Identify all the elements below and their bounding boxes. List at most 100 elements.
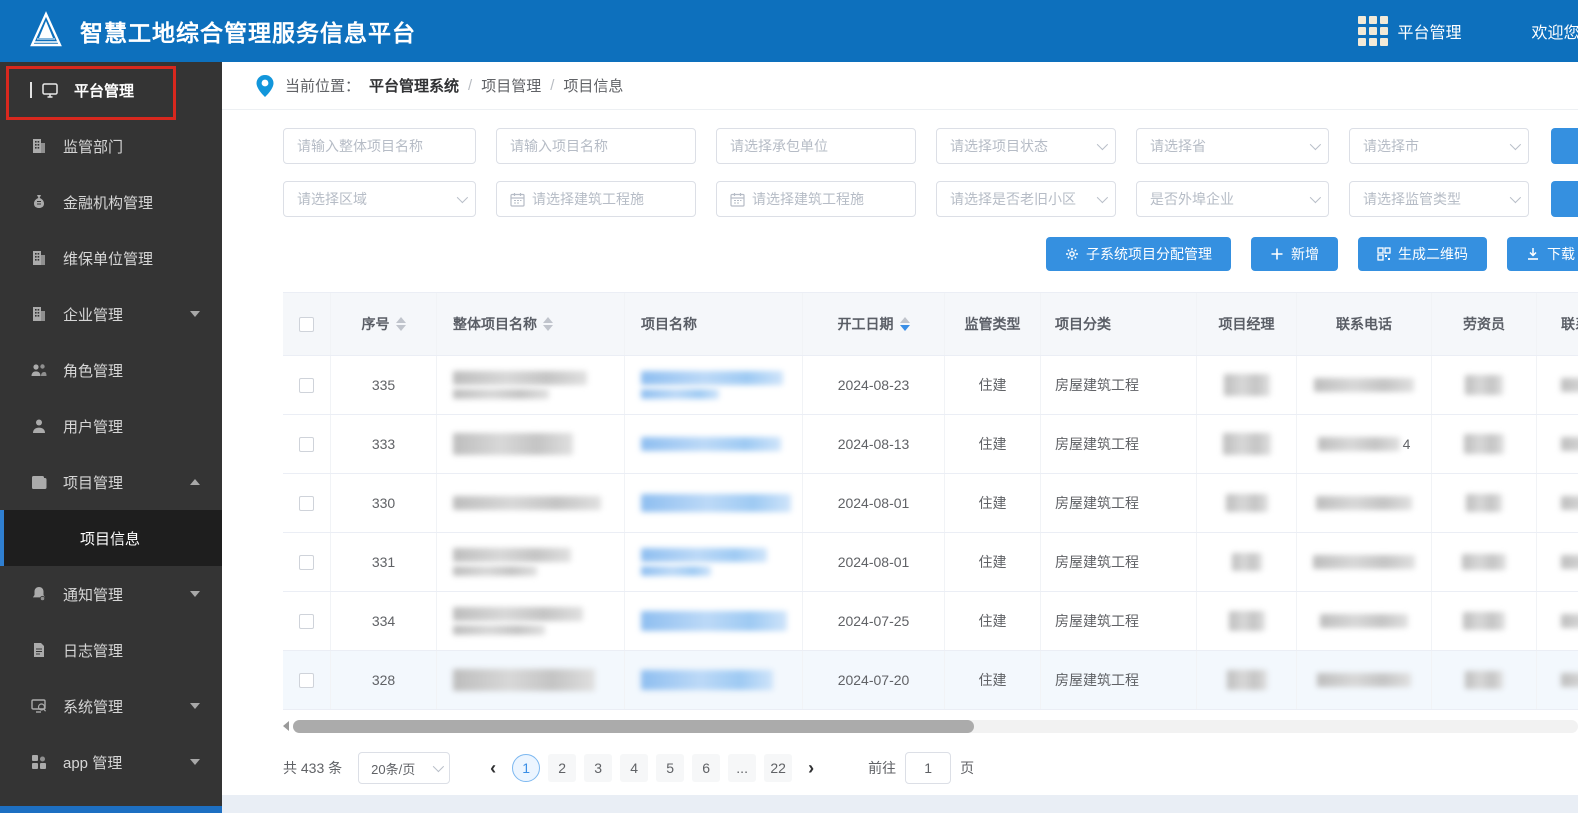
- sidebar-item-label: 日志管理: [63, 642, 124, 660]
- scrollbar-track[interactable]: [293, 719, 1578, 733]
- page-button[interactable]: 5: [656, 754, 685, 782]
- sidebar-item-label: 企业管理: [63, 306, 124, 324]
- cell-start-date: 2024-07-20: [803, 651, 945, 709]
- sidebar-item-enterprise-management[interactable]: 企业管理: [0, 286, 222, 342]
- sidebar-subitem-project-info[interactable]: 项目信息: [0, 510, 222, 566]
- sidebar-item-role-management[interactable]: 角色管理: [0, 342, 222, 398]
- cell-phone2-redacted: [1537, 356, 1578, 414]
- row-checkbox[interactable]: [299, 436, 314, 452]
- generate-qrcode-button[interactable]: 生成二维码: [1358, 237, 1487, 271]
- cell-supervise-type: 住建: [945, 415, 1041, 473]
- sidebar-item-app-management[interactable]: app 管理: [0, 734, 222, 790]
- breadcrumb-project-management[interactable]: 项目管理: [481, 75, 541, 96]
- sidebar-item-notification-management[interactable]: 通知管理: [0, 566, 222, 622]
- chevron-down-icon: [190, 759, 200, 765]
- cell-labor-redacted: [1432, 651, 1537, 709]
- cell-manager-redacted: [1197, 356, 1297, 414]
- header-platform-nav[interactable]: 平台管理: [1398, 19, 1462, 43]
- prev-page-button[interactable]: ‹: [478, 758, 508, 779]
- cell-project-name-link-redacted[interactable]: [625, 415, 803, 473]
- project-status-select[interactable]: 请选择项目状态: [936, 128, 1116, 164]
- col-overall-name[interactable]: 整体项目名称: [437, 293, 625, 355]
- sidebar-item-financial-institutions[interactable]: 金融机构管理: [0, 174, 222, 230]
- goto-page-input[interactable]: [905, 752, 952, 784]
- sidebar-item-log-management[interactable]: 日志管理: [0, 622, 222, 678]
- old-community-select[interactable]: 请选择是否老旧小区: [936, 181, 1116, 217]
- breadcrumb: 当前位置： 平台管理系统 / 项目管理 / 项目信息: [222, 62, 1578, 110]
- cell-seq: 335: [331, 356, 437, 414]
- construction-start-date-picker[interactable]: 请选择建筑工程施: [496, 181, 696, 217]
- search-button-partial[interactable]: [1551, 128, 1578, 164]
- cell-project-name-link-redacted[interactable]: [625, 651, 803, 709]
- table-horizontal-scrollbar[interactable]: [283, 719, 1578, 733]
- next-page-button[interactable]: ›: [796, 758, 826, 779]
- sort-icon[interactable]: [395, 317, 406, 331]
- col-seq[interactable]: 序号: [331, 293, 437, 355]
- cell-project-name-link-redacted[interactable]: [625, 356, 803, 414]
- add-button[interactable]: 新增: [1251, 237, 1338, 271]
- contractor-select[interactable]: 请选择承包单位: [716, 128, 916, 164]
- download-icon: [1528, 248, 1538, 260]
- users-icon: [31, 364, 47, 376]
- cell-phone-redacted: [1297, 651, 1432, 709]
- cell-overall-name-redacted: [437, 533, 625, 591]
- sidebar-subitem-label: 项目信息: [80, 530, 141, 548]
- region-select[interactable]: 请选择区域: [283, 181, 476, 217]
- overall-project-name-input[interactable]: [283, 128, 476, 164]
- cell-start-date: 2024-08-01: [803, 533, 945, 591]
- sort-icon-active-desc[interactable]: [899, 317, 910, 331]
- cell-start-date: 2024-07-25: [803, 592, 945, 650]
- page-button[interactable]: 2: [548, 754, 577, 782]
- cell-project-name-link-redacted[interactable]: [625, 474, 803, 532]
- main-content: 当前位置： 平台管理系统 / 项目管理 / 项目信息 请输入整体项目名称 请输入…: [222, 62, 1578, 813]
- sort-icon[interactable]: [543, 317, 553, 331]
- construction-end-date-picker[interactable]: 请选择建筑工程施: [716, 181, 916, 217]
- page-button[interactable]: 4: [620, 754, 649, 782]
- subsystem-assign-button[interactable]: 子系统项目分配管理: [1046, 237, 1231, 271]
- sidebar-item-user-management[interactable]: 用户管理: [0, 398, 222, 454]
- cell-project-name-link-redacted[interactable]: [625, 533, 803, 591]
- scroll-left-arrow-icon[interactable]: [283, 721, 289, 731]
- cell-supervise-type: 住建: [945, 592, 1041, 650]
- sidebar-item-maintenance-units[interactable]: 维保单位管理: [0, 230, 222, 286]
- page-size-select[interactable]: 20条/页: [358, 752, 451, 784]
- row-checkbox[interactable]: [299, 495, 314, 511]
- row-checkbox[interactable]: [299, 377, 314, 393]
- apps-grid-icon[interactable]: [1357, 16, 1388, 46]
- goto-label: 前往: [868, 760, 897, 776]
- page-button[interactable]: 3: [584, 754, 613, 782]
- sidebar-item-project-management[interactable]: 项目管理: [0, 454, 222, 510]
- page-button[interactable]: 6: [692, 754, 721, 782]
- sidebar-item-supervision-dept[interactable]: 监管部门: [0, 118, 222, 174]
- monitor-icon: [42, 83, 58, 98]
- scrollbar-thumb[interactable]: [293, 719, 975, 733]
- breadcrumb-project-info[interactable]: 项目信息: [563, 75, 623, 96]
- cell-project-name-link-redacted[interactable]: [625, 592, 803, 650]
- select-all-checkbox[interactable]: [299, 316, 314, 332]
- col-start-date[interactable]: 开工日期: [803, 293, 945, 355]
- cell-phone-redacted: [1297, 356, 1432, 414]
- reset-button-partial[interactable]: [1551, 181, 1578, 217]
- non-local-enterprise-select[interactable]: 是否外埠企业: [1136, 181, 1329, 217]
- row-checkbox[interactable]: [299, 554, 314, 570]
- page-button-last[interactable]: 22: [764, 754, 793, 782]
- col-phone-2: 联系电话: [1537, 293, 1578, 355]
- page-ellipsis[interactable]: ...: [728, 754, 757, 782]
- row-checkbox[interactable]: [299, 613, 314, 629]
- download-button[interactable]: 下载: [1507, 237, 1578, 271]
- chevron-down-icon: [1309, 138, 1322, 151]
- cell-labor-redacted: [1432, 356, 1537, 414]
- city-select[interactable]: 请选择市: [1349, 128, 1529, 164]
- row-checkbox[interactable]: [299, 672, 314, 688]
- sidebar-item-system-management[interactable]: 系统管理: [0, 678, 222, 734]
- province-select[interactable]: 请选择省: [1136, 128, 1329, 164]
- bell-icon: [32, 587, 46, 602]
- sidebar-item-platform-management[interactable]: 平台管理: [0, 62, 222, 118]
- cell-seq: 330: [331, 474, 437, 532]
- supervise-type-select[interactable]: 请选择监管类型: [1349, 181, 1529, 217]
- app-grid-icon: [32, 755, 46, 769]
- monitor-search-icon: [31, 699, 47, 713]
- page-button-current[interactable]: 1: [512, 754, 541, 782]
- breadcrumb-root[interactable]: 平台管理系统: [369, 75, 459, 96]
- project-name-input[interactable]: [496, 128, 696, 164]
